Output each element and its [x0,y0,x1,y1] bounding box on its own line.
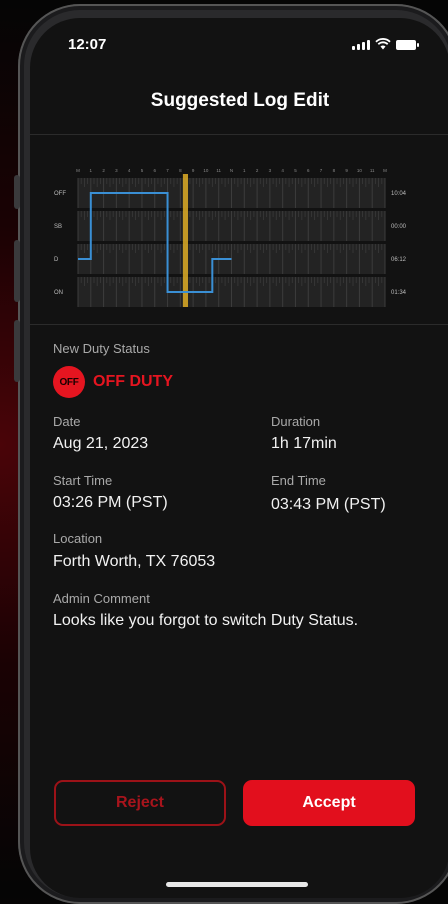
volume-down-button [14,320,20,382]
status-total-label: 00:00 [391,224,407,230]
hour-tick-label: 4 [128,168,131,173]
location-label: Location [53,531,103,546]
date-value: Aug 21, 2023 [53,435,149,452]
mute-switch [14,175,20,209]
hour-tick-label: M [76,168,80,173]
hour-tick-label: 7 [166,168,169,173]
chart-divider [30,324,448,325]
hour-tick-label: 4 [281,168,284,173]
edit-highlight [182,174,189,307]
duty-status-value: OFF DUTY [93,373,173,390]
hour-tick-label: 8 [333,168,336,173]
app-screen: 12:07 Suggested Log Edit M 1 2 3 4 5 6 7 8 9 10 11 N… [30,18,448,898]
hour-tick-label: 6 [153,168,156,173]
duration-value: 1h 17min [271,435,337,452]
duty-status: OFF OFF DUTY [53,366,173,398]
off-duty-badge: OFF [53,366,85,398]
status-row-label: D [54,257,59,263]
hour-tick-label: 11 [370,168,375,173]
hour-tick-label: 9 [192,168,195,173]
hour-tick-label: 9 [345,168,348,173]
duty-status-label: New Duty Status [53,341,150,356]
admin-comment-value: Looks like you forgot to switch Duty Sta… [53,612,359,629]
hour-tick-label: 10 [357,168,363,173]
admin-comment-label: Admin Comment [53,591,150,606]
duty-log-graph: M 1 2 3 4 5 6 7 8 9 10 11 N 1 2 3 4 5 6 7 8 9 10 11 M OFF 10:04 SB 0… [54,168,407,307]
duty-log-chart: M 1 2 3 4 5 6 7 8 9 10 11 N 1 2 3 4 5 6 7 8 9 10 11 M OFF 10:04 SB 0… [30,158,448,318]
duration-label: Duration [271,414,321,429]
volume-up-button [14,240,20,302]
hour-tick-label: 3 [269,168,272,173]
wifi-icon [375,38,391,50]
end-time-value: 03:43 PM (PST) [271,496,386,513]
hour-tick-label: 10 [203,168,209,173]
hour-tick-label: 11 [216,168,221,173]
home-indicator [166,882,308,887]
page-title: Suggested Log Edit [150,90,330,111]
status-bar: 12:07 [68,36,419,56]
status-row-label: ON [54,290,63,296]
hour-tick-label: 2 [256,168,259,173]
clock: 12:07 [68,36,107,53]
battery-icon [396,40,419,50]
hour-tick-label: 2 [102,168,105,173]
hour-tick-label: 8 [179,168,182,173]
hour-tick-label: 1 [243,168,246,173]
status-total-label: 06:12 [391,257,407,263]
cellular-signal-icon [352,40,370,50]
accept-button[interactable]: Accept [243,780,415,826]
header-divider [30,134,448,135]
hour-tick-label: 3 [115,168,118,173]
status-row-label: OFF [54,191,66,197]
status-row-label: SB [54,224,62,230]
status-total-label: 01:34 [391,290,407,296]
location-value: Forth Worth, TX 76053 [53,553,216,570]
hour-tick-label: 5 [294,168,297,173]
start-time-value: 03:26 PM (PST) [53,494,168,511]
reject-button[interactable]: Reject [54,780,226,826]
hour-tick-label: M [383,168,387,173]
start-time-label: Start Time [53,473,113,488]
date-label: Date [53,414,81,429]
hour-tick-label: N [230,168,233,173]
hour-tick-label: 6 [307,168,310,173]
hour-tick-label: 1 [90,168,93,173]
end-time-label: End Time [271,473,326,488]
hour-tick-label: 7 [320,168,323,173]
status-total-label: 10:04 [391,191,407,197]
hour-tick-label: 5 [141,168,144,173]
